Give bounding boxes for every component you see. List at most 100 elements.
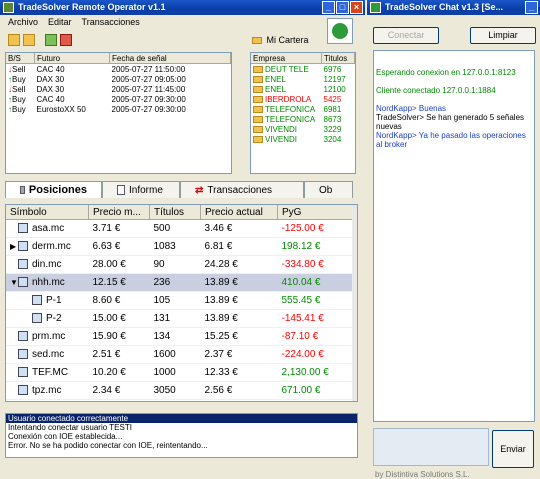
chat-message: nuevas <box>376 122 402 131</box>
cartera-empresa: ENEL <box>265 74 286 84</box>
signal-fecha: 2005-07-27 09:30:00 <box>111 104 186 114</box>
chat-titlebar[interactable]: TradeSolver Chat v1.3 [Se... _ <box>367 0 540 15</box>
open-folder-icon[interactable] <box>8 34 20 46</box>
send-button[interactable]: Enviar <box>492 430 534 468</box>
window-controls: _ □ × <box>322 1 363 14</box>
message-input[interactable] <box>373 428 489 466</box>
position-subrow[interactable]: P-1 8.60 € 105 13.89 € 555.45 € <box>6 291 357 310</box>
position-precio-medio: 6.63 € <box>88 237 150 256</box>
tab-strip: Posiciones Informe ⇄ Transacciones Ob <box>5 181 353 198</box>
position-row[interactable]: trg.mc 12.22 € 200 12.94 € 144.00 € <box>6 399 357 401</box>
col-empresa[interactable]: Empresa <box>251 53 322 64</box>
col-titulos[interactable]: Títulos <box>149 205 201 220</box>
position-precio-medio: 2.51 € <box>88 345 150 364</box>
connect-button[interactable]: Conectar <box>373 27 439 44</box>
window-controls: _ <box>525 1 538 14</box>
signal-row[interactable]: ↑Buy EurostoXX 50 2005-07-27 09:30:00 <box>6 104 231 114</box>
position-titulos: 105 <box>149 291 201 310</box>
operator-titlebar[interactable]: TradeSolver Remote Operator v1.1 _ □ × <box>0 0 365 15</box>
cartera-row[interactable]: TELEFONICA 8673 <box>251 114 355 124</box>
cartera-row[interactable]: VIVENDI 3229 <box>251 124 355 134</box>
signal-bs: Buy <box>12 74 26 84</box>
signal-row[interactable]: ↓Sell DAX 30 2005-07-27 11:45:00 <box>6 84 231 94</box>
position-symbol: asa.mc <box>32 223 65 234</box>
clear-button[interactable]: Limpiar <box>470 27 536 44</box>
col-fecha[interactable]: Fecha de señal <box>109 53 231 64</box>
position-precio-medio: 12.22 € <box>88 399 150 401</box>
col-futuro[interactable]: Futuro <box>34 53 110 64</box>
position-symbol: nhh.mc <box>32 277 65 288</box>
col-bs[interactable]: B/S <box>6 53 35 64</box>
folder-icon[interactable] <box>23 34 35 46</box>
position-symbol: din.mc <box>32 259 62 270</box>
menu-archivo[interactable]: Archivo <box>8 15 38 29</box>
menu-editar[interactable]: Editar <box>48 15 72 29</box>
position-row[interactable]: TEF.MC 10.20 € 1000 12.33 € 2,130.00 € <box>6 363 357 382</box>
position-row[interactable]: ▶ derm.mc 6.63 € 1083 6.81 € 198.12 € <box>6 237 357 256</box>
operator-title: TradeSolver Remote Operator v1.1 <box>18 2 166 12</box>
position-subrow[interactable]: P-2 15.00 € 131 13.89 € -145.41 € <box>6 309 357 328</box>
position-titulos: 134 <box>149 327 201 346</box>
stock-icon <box>18 277 28 288</box>
delete-icon[interactable] <box>60 34 72 46</box>
signal-row[interactable]: ↓Sell CAC 40 2005-07-27 11:50:00 <box>6 64 231 75</box>
col-simbolo[interactable]: Símbolo <box>6 205 89 220</box>
position-symbol: P-1 <box>46 295 62 306</box>
cartera-row[interactable]: TELEFONICA 6981 <box>251 104 355 114</box>
maximize-button[interactable]: □ <box>336 1 349 14</box>
minimize-button[interactable]: _ <box>322 1 335 14</box>
position-row[interactable]: asa.mc 3.71 € 500 3.46 € -125.00 € <box>6 219 357 238</box>
position-pyg: -87.10 € <box>277 327 357 346</box>
position-titulos: 500 <box>149 219 201 238</box>
cartera-header: Mi Cartera <box>252 35 309 45</box>
add-icon[interactable] <box>45 34 57 46</box>
cartera-table: Empresa Titulos DEUT TELE 6976 ENEL 12197… <box>250 52 356 174</box>
folder-icon <box>253 65 263 73</box>
stock-icon <box>18 385 28 396</box>
position-precio-medio: 10.20 € <box>88 363 150 382</box>
position-precio-medio: 15.90 € <box>88 327 150 346</box>
cartera-titulos: 3204 <box>323 134 342 144</box>
chat-message: NordKapp> Ya he pasado las operaciones <box>376 131 526 140</box>
col-titulos[interactable]: Titulos <box>321 53 355 64</box>
position-row[interactable]: prm.mc 15.90 € 134 15.25 € -87.10 € <box>6 327 357 346</box>
position-row[interactable]: ▼ nhh.mc 12.15 € 236 13.89 € 410.04 € <box>6 273 357 292</box>
position-row[interactable]: sed.mc 2.51 € 1600 2.37 € -224.00 € <box>6 345 357 364</box>
col-pyg[interactable]: PyG <box>277 205 357 220</box>
position-row[interactable]: din.mc 28.00 € 90 24.28 € -334.80 € <box>6 255 357 274</box>
status-log: Usuario conectado correctamente Intentan… <box>5 413 358 458</box>
position-titulos: 3050 <box>149 381 201 400</box>
position-precio-actual: 2.56 € <box>200 381 278 400</box>
signal-row[interactable]: ↑Buy DAX 30 2005-07-27 09:05:00 <box>6 74 231 84</box>
expand-icon[interactable]: ▶ <box>10 242 18 251</box>
cartera-row[interactable]: ENEL 12197 <box>251 74 355 84</box>
tab-ob[interactable]: Ob <box>304 181 353 198</box>
vertical-scrollbar[interactable] <box>352 205 357 401</box>
position-titulos: 131 <box>149 309 201 328</box>
cartera-row[interactable]: VIVENDI 3204 <box>251 134 355 144</box>
tab-posiciones[interactable]: Posiciones <box>5 181 102 198</box>
tab-transacciones[interactable]: ⇄ Transacciones <box>180 181 304 198</box>
cartera-row[interactable]: DEUT TELE 6976 <box>251 64 355 75</box>
col-precio-actual[interactable]: Precio actual <box>200 205 278 220</box>
col-precio-medio[interactable]: Precio m... <box>88 205 150 220</box>
position-precio-medio: 3.71 € <box>88 219 150 238</box>
cartera-row[interactable]: IBERDROLA 5425 <box>251 94 355 104</box>
position-symbol: prm.mc <box>32 331 66 342</box>
position-precio-actual: 3.46 € <box>200 219 278 238</box>
signal-row[interactable]: ↑Buy CAC 40 2005-07-27 09:30:00 <box>6 94 231 104</box>
position-row[interactable]: tpz.mc 2.34 € 3050 2.56 € 671.00 € <box>6 381 357 400</box>
position-pyg: -224.00 € <box>277 345 357 364</box>
close-button[interactable]: × <box>350 1 363 14</box>
position-precio-medio: 12.15 € <box>88 273 150 292</box>
position-pyg: 144.00 € <box>277 399 357 401</box>
cartera-row[interactable]: ENEL 12100 <box>251 84 355 94</box>
tab-informe[interactable]: Informe <box>102 181 180 198</box>
log-line: Error. No se ha podido conectar con IOE,… <box>8 441 208 450</box>
signals-table: B/S Futuro Fecha de señal ↓Sell CAC 40 2… <box>5 52 232 174</box>
minimize-button[interactable]: _ <box>525 1 538 14</box>
signal-fecha: 2005-07-27 11:45:00 <box>111 84 186 94</box>
stock-icon <box>18 241 28 252</box>
collapse-icon[interactable]: ▼ <box>10 278 18 287</box>
menu-transacciones[interactable]: Transacciones <box>82 15 140 29</box>
